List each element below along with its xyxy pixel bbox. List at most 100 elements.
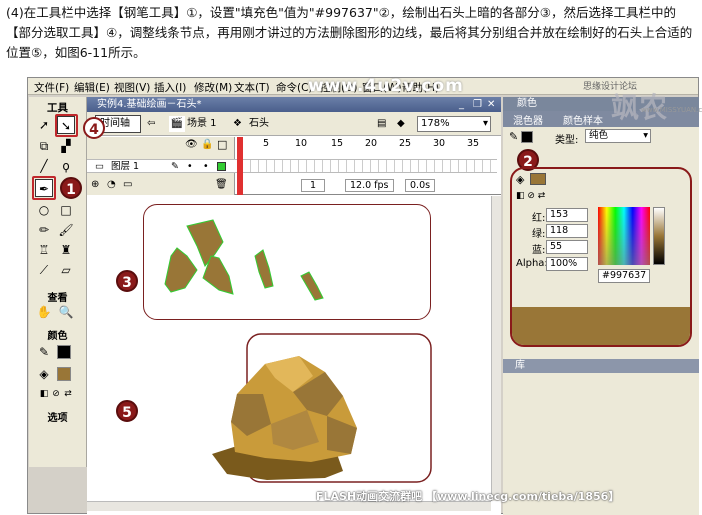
red-input[interactable]: 153 [546,208,588,222]
symbol-icon: ❖ [233,118,242,129]
blue-input[interactable]: 55 [546,240,588,254]
pencil-tool-icon[interactable]: ✏ [35,221,53,239]
rectangle-tool-icon[interactable]: □ [57,201,75,219]
view-section-label: 查看 [47,293,68,304]
swap-colors-icon[interactable]: ⇄ [59,385,77,403]
options-section-label: 选项 [47,413,68,424]
highlight-subselection [55,114,78,137]
library-panel-header[interactable]: 库 [503,359,699,373]
eraser-icon[interactable]: ▱ [57,261,75,279]
ruler-tick: 10 [295,138,308,149]
chevron-down-icon: ▾ [643,130,648,141]
step-badge-4: 4 [83,117,105,139]
close-icon[interactable]: ✕ [487,97,495,112]
menu-edit[interactable]: 编辑(E) [74,80,110,95]
color-mixer-panel: 颜色 混色器 颜色样本 ✎ 类型: 纯色 ▾ 2 ◈ ◧ ⊘ ⇄ 红: 153 绿… [503,97,699,515]
frame-ruler: 1 5 10 15 20 25 30 35 [235,137,497,151]
fill-bucket-icon: ◈ [516,173,525,186]
add-layer-icon[interactable]: ⊕ [91,179,99,190]
edit-symbol-icon[interactable]: ◆ [397,116,405,132]
add-guide-icon[interactable]: ◔ [107,179,116,190]
fill-color-icon[interactable]: ◈ [35,365,53,383]
ruler-tick: 20 [365,138,378,149]
menu-text[interactable]: 文本(T) [234,80,270,95]
mixer-stroke-swatch[interactable] [521,131,533,143]
delete-layer-icon[interactable]: 🗑 [215,179,228,190]
intro-paragraph: (4)在工具栏中选择【钢笔工具】①，设置"填充色"值为"#997637"②，绘制… [6,5,693,60]
red-label: 红: [532,213,546,224]
brush-tool-icon[interactable]: 🖌 [57,221,75,239]
scene-icon: 🎬 [169,116,185,132]
menu-insert[interactable]: 插入(I) [154,80,186,95]
step-badge-5: 5 [116,400,138,422]
brightness-slider[interactable] [653,207,665,265]
color-spectrum[interactable] [598,207,650,265]
pencil-edit-icon: ✎ [171,161,179,172]
hand-tool-icon[interactable]: ✋ [35,303,53,321]
hex-input[interactable]: #997637 [598,269,650,283]
layer-row[interactable]: ▭ 图层 1 ✎ • • [87,159,235,173]
maximize-icon[interactable]: ❐ [473,97,482,112]
mixer-fill-swatch[interactable] [530,173,546,185]
dark-shape-1 [164,247,198,293]
minimize-icon[interactable]: _ [459,97,464,112]
blue-label: 蓝: [532,245,546,256]
layer-outline-box[interactable] [217,162,226,171]
green-label: 绿: [532,229,546,240]
alpha-input[interactable]: 100% [546,257,588,271]
zoom-tool-icon[interactable]: 🔍 [57,303,75,321]
add-folder-icon[interactable]: ▭ [123,179,132,190]
chevron-down-icon: ▾ [482,118,488,129]
paint-bucket-icon[interactable]: ♜ [57,241,75,259]
watermark-top: www.4u2v.com [308,76,464,96]
mixer-bw-icon[interactable]: ◧ ⊘ ⇄ [516,191,545,201]
type-row: ✎ 类型: 纯色 ▾ [503,127,699,147]
timeline-panel: 👁 🔒 □ ▭ 图层 1 ✎ • • ⊕ ◔ ▭ 🗑 1 5 1 [87,137,501,195]
stroke-color-swatch[interactable] [57,345,71,359]
menu-modify[interactable]: 修改(M) [194,80,232,95]
symbol-label[interactable]: 石头 [249,116,269,132]
fill-settings-highlight: ◈ ◧ ⊘ ⇄ 红: 153 绿: 118 蓝: 55 Alpha: 100% … [510,167,692,347]
document-title-bar: 实例4.基础绘画－石头* _ ❐ ✕ [87,97,501,112]
free-transform-icon[interactable]: ⧉ [35,137,53,155]
type-label: 类型: [555,135,579,146]
frame-rate: 12.0 fps [345,179,394,192]
zoom-select[interactable]: 178% ▾ [417,116,491,132]
stroke-color-icon[interactable]: ✎ [35,343,53,361]
vertical-scrollbar[interactable] [491,196,501,501]
lasso-tool-icon[interactable]: ϙ [57,157,75,175]
ink-bottle-icon[interactable]: ♖ [35,241,53,259]
brand-url: www.MISSYUAN.com [641,106,702,114]
menu-file[interactable]: 文件(F) [34,80,69,95]
tab-mixer[interactable]: 混色器 [513,112,543,127]
line-tool-icon[interactable]: ╱ [35,157,53,175]
lock-icon[interactable]: 🔒 [201,139,213,150]
eyedropper-icon[interactable]: ⟋ [35,261,53,279]
back-arrow-icon[interactable]: ⇦ [147,116,155,132]
bottom-watermark: FLASH动画交流群吧 【www.linecg.com/tieba/1856】 [316,490,620,503]
layer-lock-dot[interactable]: • [203,160,209,173]
step-badge-3: 3 [116,270,138,292]
elapsed-time: 0.0s [405,179,436,192]
stroke-pencil-icon: ✎ [509,130,519,143]
step-badge-1: 1 [60,177,82,199]
scene-label[interactable]: 场景 1 [187,116,217,132]
color-preview [512,307,690,345]
type-select[interactable]: 纯色 ▾ [585,129,651,143]
oval-tool-icon[interactable]: ○ [35,201,53,219]
edit-scene-icon[interactable]: ▤ [377,116,386,132]
tools-header: 工具 [47,102,68,114]
eye-icon[interactable]: 👁 [185,139,198,150]
stage[interactable] [87,196,491,496]
ruler-tick: 35 [467,138,480,149]
document-title: 实例4.基础绘画－石头* [97,99,202,110]
stage-artwork [164,219,432,483]
fill-color-swatch[interactable] [57,367,71,381]
menu-view[interactable]: 视图(V) [114,80,150,95]
arrow-tool-icon[interactable]: ➚ [35,116,53,134]
outline-icon[interactable]: □ [217,138,227,151]
fill-transform-icon[interactable]: ▞ [57,137,75,155]
frame-track[interactable] [235,159,497,173]
layer-visible-dot[interactable]: • [187,160,193,173]
green-input[interactable]: 118 [546,224,588,238]
